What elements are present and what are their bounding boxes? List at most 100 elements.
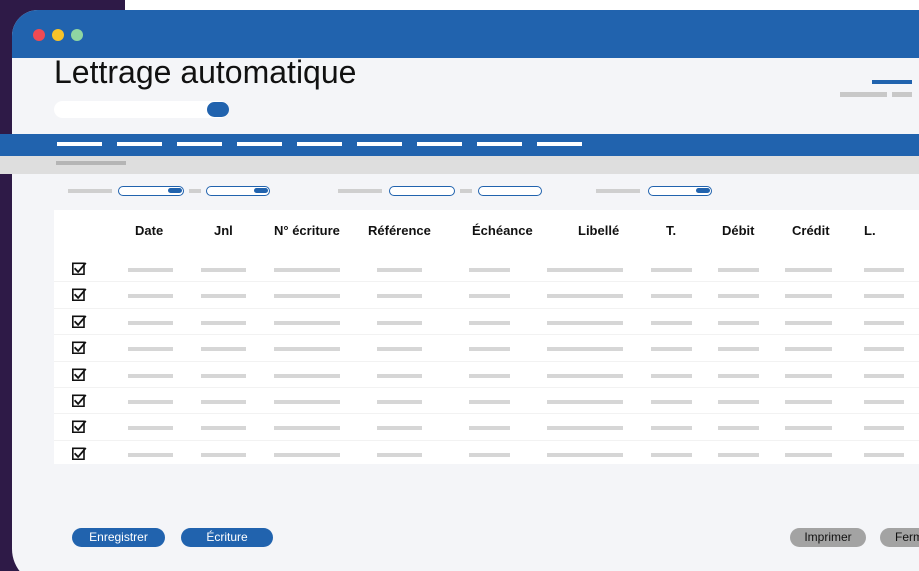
column-header-libelle[interactable]: Libellé <box>578 223 619 238</box>
table-cell <box>377 268 422 272</box>
minimize-window-icon[interactable] <box>52 29 64 41</box>
subtitle-field[interactable] <box>54 101 229 118</box>
column-header-debit[interactable]: Débit <box>722 223 755 238</box>
subtitle-toggle-icon[interactable] <box>207 102 229 117</box>
table-cell <box>128 347 173 352</box>
table-cell <box>377 452 422 457</box>
checkbox-checked-icon[interactable] <box>72 341 87 355</box>
print-button[interactable]: Imprimer <box>790 528 866 547</box>
table-cell <box>785 294 832 299</box>
table-row[interactable] <box>54 414 919 440</box>
menu-item[interactable] <box>57 142 102 146</box>
table-cell <box>864 320 904 325</box>
table-cell <box>128 268 173 272</box>
table-cell <box>274 426 340 431</box>
table-cell <box>718 452 759 457</box>
menu-item[interactable] <box>117 142 162 146</box>
column-header-date[interactable]: Date <box>135 223 163 238</box>
filter-label <box>189 189 201 193</box>
column-header-l[interactable]: L. <box>864 223 876 238</box>
table-cell <box>864 373 904 378</box>
table-cell <box>864 400 904 404</box>
table-cell <box>864 294 904 299</box>
table-cell <box>201 320 246 325</box>
checkbox-checked-icon[interactable] <box>72 394 87 408</box>
checkbox-checked-icon[interactable] <box>72 262 87 276</box>
table-cell <box>547 294 623 299</box>
table-cell <box>651 452 692 457</box>
table-cell <box>785 400 832 404</box>
filter-input[interactable] <box>478 186 542 196</box>
table-cell <box>274 373 340 378</box>
table-cell <box>718 373 759 378</box>
table-row[interactable] <box>54 335 919 361</box>
table-row[interactable] <box>54 441 919 467</box>
close-window-icon[interactable] <box>33 29 45 41</box>
table-cell <box>274 347 340 352</box>
table-row[interactable] <box>54 256 919 282</box>
table-cell <box>864 452 904 457</box>
table-cell <box>651 373 692 378</box>
filter-label <box>460 189 472 193</box>
filter-label <box>596 189 640 193</box>
table-cell <box>547 268 623 272</box>
table-cell <box>718 294 759 299</box>
table-cell <box>469 294 510 299</box>
table-cell <box>651 268 692 272</box>
table-cell <box>201 373 246 378</box>
menu-item[interactable] <box>297 142 342 146</box>
table-cell <box>128 294 173 299</box>
table-cell <box>718 426 759 431</box>
table-cell <box>718 268 759 272</box>
menu-item[interactable] <box>237 142 282 146</box>
close-button[interactable]: Fermer <box>880 528 919 547</box>
filter-label <box>68 189 112 193</box>
table-cell <box>651 320 692 325</box>
menu-item[interactable] <box>357 142 402 146</box>
top-right-placeholder <box>892 92 912 97</box>
table-cell <box>274 294 340 299</box>
column-header-t[interactable]: T. <box>666 223 676 238</box>
menu-item[interactable] <box>177 142 222 146</box>
table-cell <box>469 426 510 431</box>
checkbox-checked-icon[interactable] <box>72 315 87 328</box>
table-cell <box>547 320 623 325</box>
table-row[interactable] <box>54 309 919 335</box>
entry-button[interactable]: Écriture <box>181 528 273 547</box>
table-cell <box>128 400 173 404</box>
table-cell <box>469 320 510 325</box>
column-header-echeance[interactable]: Échéance <box>472 223 533 238</box>
save-button[interactable]: Enregistrer <box>72 528 165 547</box>
menu-item[interactable] <box>477 142 522 146</box>
filter-input[interactable] <box>118 186 184 196</box>
table-cell <box>785 347 832 352</box>
table-cell <box>547 347 623 352</box>
checkbox-checked-icon[interactable] <box>72 288 87 302</box>
filter-input[interactable] <box>206 186 270 196</box>
filter-input[interactable] <box>648 186 712 196</box>
table-row[interactable] <box>54 282 919 308</box>
table-cell <box>651 426 692 431</box>
dropdown-toggle-icon <box>168 188 182 193</box>
table-row[interactable] <box>54 362 919 388</box>
table-cell <box>785 373 832 378</box>
checkbox-checked-icon[interactable] <box>72 420 87 434</box>
checkbox-checked-icon[interactable] <box>72 367 87 381</box>
page-title: Lettrage automatique <box>54 54 357 90</box>
table-cell <box>274 400 340 404</box>
checkbox-checked-icon[interactable] <box>72 447 87 460</box>
column-header-credit[interactable]: Crédit <box>792 223 830 238</box>
table-row[interactable] <box>54 388 919 414</box>
dropdown-toggle-icon <box>696 188 710 193</box>
menu-item[interactable] <box>417 142 462 146</box>
table-cell <box>201 426 246 431</box>
top-right-indicator <box>872 80 912 84</box>
column-header-reference[interactable]: Référence <box>368 223 431 238</box>
table-cell <box>377 294 422 299</box>
column-header-jnl[interactable]: Jnl <box>214 223 233 238</box>
maximize-window-icon[interactable] <box>71 29 83 41</box>
menu-item[interactable] <box>537 142 582 146</box>
table-cell <box>377 373 422 378</box>
filter-input[interactable] <box>389 186 455 196</box>
column-header-numero[interactable]: N° écriture <box>274 223 340 238</box>
